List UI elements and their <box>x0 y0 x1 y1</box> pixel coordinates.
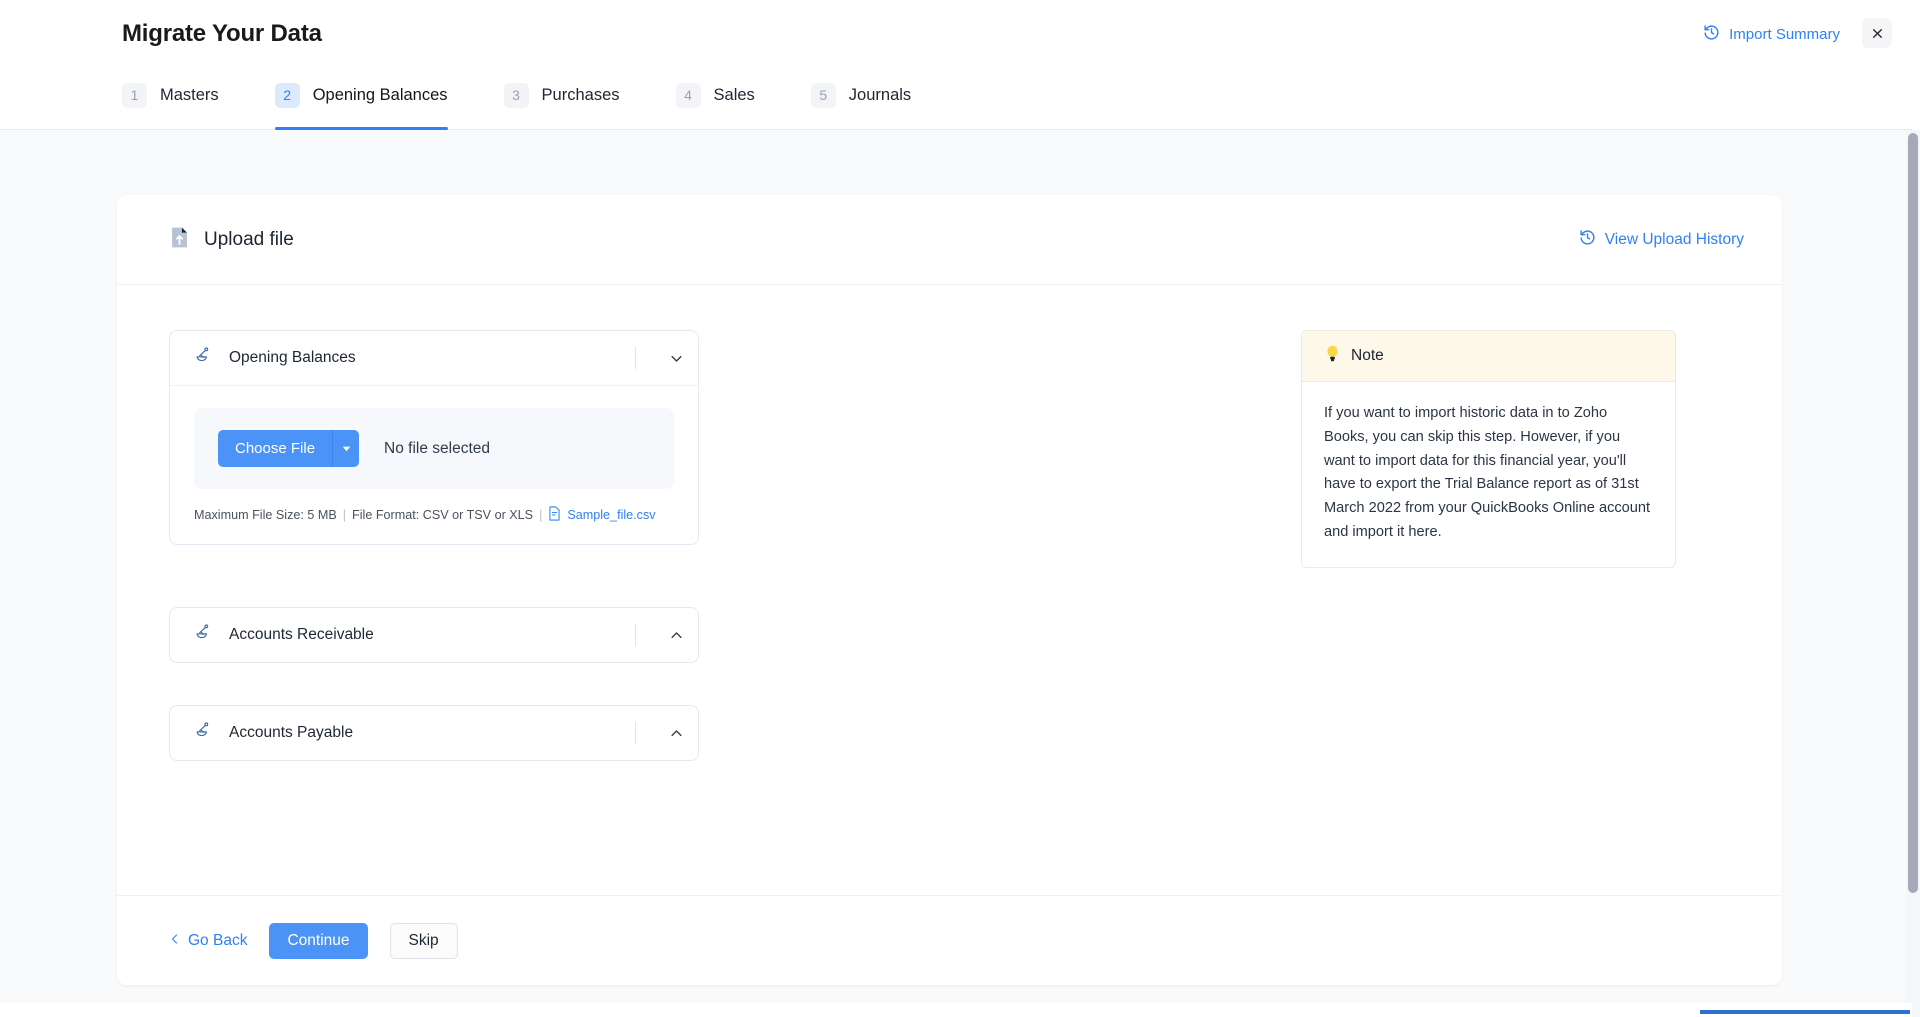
separator: | <box>342 508 347 522</box>
caret-down-icon[interactable] <box>333 430 360 467</box>
csv-document-icon <box>548 506 561 524</box>
tab-label: Journals <box>848 85 912 104</box>
go-back-label: Go Back <box>188 931 248 949</box>
card-body: Opening Balances Choose File No file sel… <box>117 285 1782 894</box>
file-constraints: Maximum File Size: 5 MB | File Format: C… <box>194 506 674 524</box>
divider <box>635 347 636 369</box>
section-header[interactable]: Accounts Payable <box>170 706 698 760</box>
tab-label: Sales <box>713 85 755 104</box>
history-clock-icon <box>1703 24 1720 45</box>
note-column: Note If you want to import historic data… <box>1301 330 1676 801</box>
chevron-down-icon[interactable] <box>654 331 698 385</box>
note-header: Note <box>1302 331 1675 382</box>
card-header: Upload file View Upload History <box>117 195 1782 285</box>
tab-number: 1 <box>122 82 147 108</box>
divider <box>635 722 636 744</box>
file-upload-icon <box>169 226 190 254</box>
import-summary-link[interactable]: Import Summary <box>1703 24 1840 45</box>
card-title: Upload file <box>204 228 294 250</box>
step-tabs: 1 Masters 2 Opening Balances 3 Purchases… <box>122 72 967 130</box>
tab-label: Opening Balances <box>312 85 448 104</box>
lightbulb-icon <box>1324 344 1341 368</box>
history-clock-icon <box>1579 229 1596 251</box>
tab-number: 5 <box>810 82 836 108</box>
selected-file-status: No file selected <box>384 439 491 457</box>
tab-number: 2 <box>274 82 300 108</box>
upload-file-card: Upload file View Upload History Opening … <box>117 195 1782 985</box>
chevron-left-icon <box>169 932 181 950</box>
balance-scale-icon <box>194 346 213 370</box>
section-accounts-receivable: Accounts Receivable <box>169 607 699 663</box>
section-title: Opening Balances <box>229 349 356 366</box>
sample-file-label: Sample_file.csv <box>567 508 656 522</box>
section-header[interactable]: Accounts Receivable <box>170 608 698 662</box>
tab-label: Masters <box>160 85 219 104</box>
max-file-size-label: Maximum File Size: 5 MB <box>194 508 337 522</box>
horizontal-scrollbar-thumb[interactable] <box>1700 1010 1910 1014</box>
separator: | <box>539 508 543 522</box>
section-accounts-payable: Accounts Payable <box>169 705 699 761</box>
tab-sales[interactable]: 4 Sales <box>675 72 755 130</box>
sections-column: Opening Balances Choose File No file sel… <box>169 330 699 801</box>
tab-number: 3 <box>503 82 529 108</box>
section-body-opening-balances: Choose File No file selected Maximum Fil… <box>170 385 698 544</box>
tab-number: 4 <box>675 82 701 108</box>
tab-purchases[interactable]: 3 Purchases <box>503 72 620 130</box>
file-drop-zone: Choose File No file selected <box>194 408 674 489</box>
continue-button[interactable]: Continue <box>269 922 368 959</box>
close-icon[interactable] <box>1862 18 1892 48</box>
section-title: Accounts Payable <box>229 724 354 741</box>
choose-file-button[interactable]: Choose File <box>218 430 334 467</box>
section-header[interactable]: Opening Balances <box>170 331 698 385</box>
chevron-up-icon[interactable] <box>654 608 698 662</box>
note-body: If you want to import historic data in t… <box>1324 405 1651 540</box>
section-title: Accounts Receivable <box>229 626 374 643</box>
skip-button[interactable]: Skip <box>389 922 458 959</box>
note-panel: Note If you want to import historic data… <box>1301 330 1676 568</box>
tab-opening-balances[interactable]: 2 Opening Balances <box>274 72 448 130</box>
divider <box>635 624 636 646</box>
choose-file-control: Choose File <box>218 430 360 467</box>
top-header-bar: Migrate Your Data Import Summary 1 Maste… <box>0 0 1912 130</box>
tab-masters[interactable]: 1 Masters <box>122 72 219 130</box>
file-format-label: File Format: CSV or TSV or XLS <box>352 508 534 522</box>
sample-file-link[interactable]: Sample_file.csv <box>548 506 656 524</box>
import-summary-label: Import Summary <box>1729 26 1840 43</box>
card-header-left: Upload file <box>169 226 294 254</box>
tab-label: Purchases <box>541 85 620 104</box>
horizontal-scrollbar-track[interactable] <box>0 1003 1912 1017</box>
view-upload-history-link[interactable]: View Upload History <box>1579 229 1744 251</box>
note-title: Note <box>1351 347 1384 364</box>
chevron-up-icon[interactable] <box>654 706 698 760</box>
balance-scale-icon <box>194 623 213 647</box>
tab-journals[interactable]: 5 Journals <box>810 72 912 130</box>
card-footer: Go Back Continue Skip <box>117 895 1782 985</box>
section-opening-balances: Opening Balances Choose File No file sel… <box>169 330 699 545</box>
vertical-scrollbar-thumb[interactable] <box>1908 133 1918 893</box>
view-upload-history-label: View Upload History <box>1604 230 1744 248</box>
page-title: Migrate Your Data <box>122 20 322 47</box>
balance-scale-icon <box>194 721 213 745</box>
go-back-button[interactable]: Go Back <box>169 932 247 950</box>
